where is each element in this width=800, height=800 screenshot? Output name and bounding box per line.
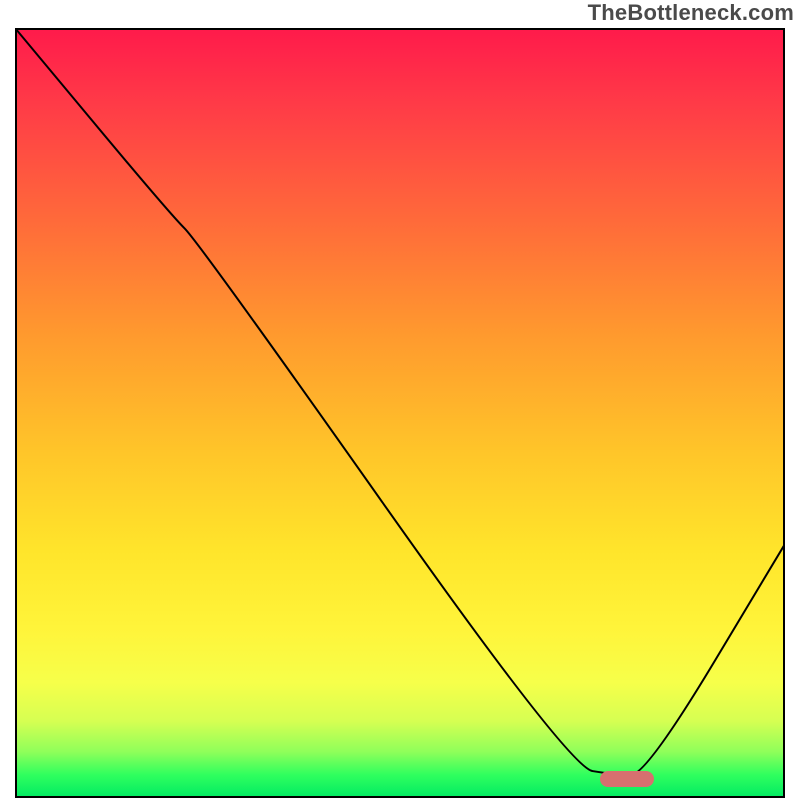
bottleneck-curve-path [15,28,785,775]
optimum-marker [600,771,654,787]
plot-area [15,28,785,798]
curve-svg [15,28,785,798]
watermark-text: TheBottleneck.com [588,0,794,26]
chart-container: TheBottleneck.com [0,0,800,800]
